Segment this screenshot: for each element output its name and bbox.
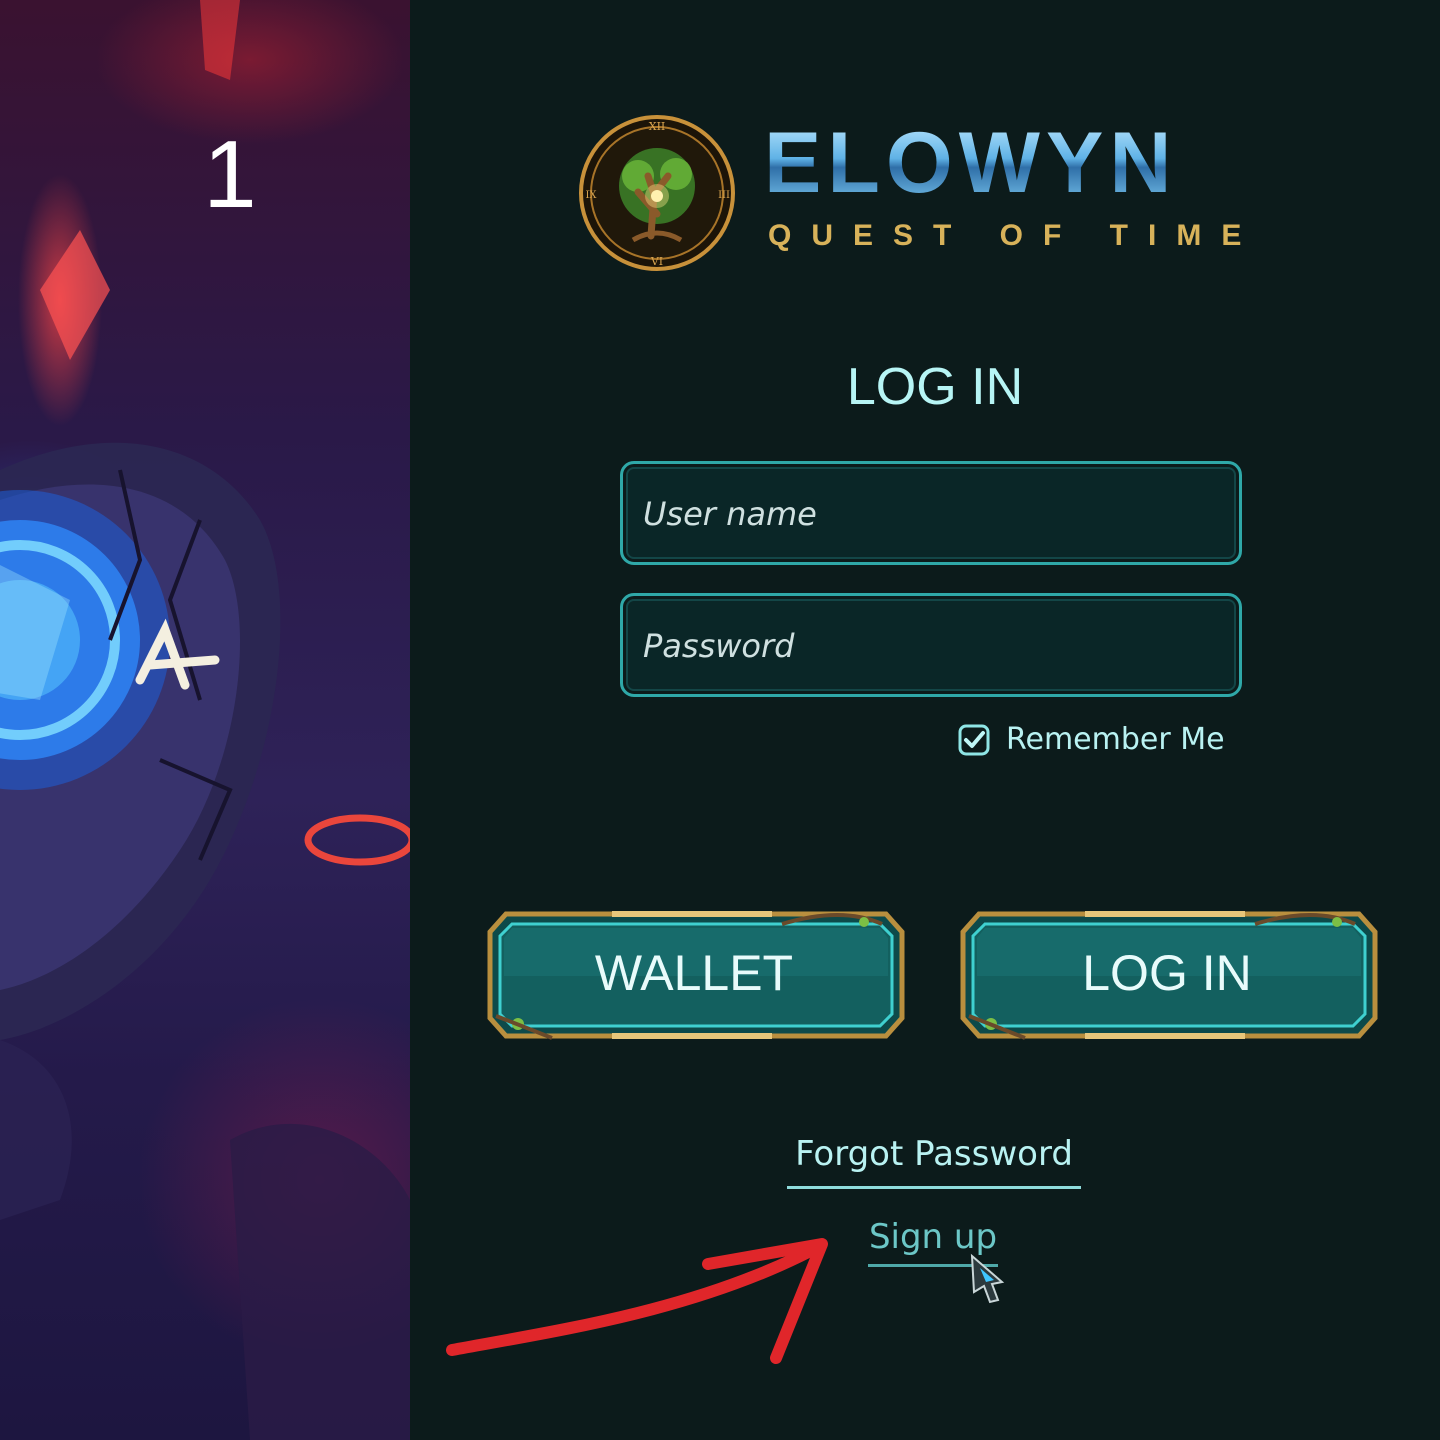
crystal-cursor-icon [970,1253,1005,1304]
tree-clock-emblem-icon: XII III VI IX [579,115,735,271]
emblem-numeral: XII [649,120,666,133]
emblem-numeral: III [718,190,730,201]
username-input[interactable] [641,464,1225,564]
brand-subtitle: QUEST OF TIME [768,219,1262,252]
background-artwork: 1 [0,0,410,1440]
password-field[interactable] [620,593,1242,697]
forgot-password-link[interactable]: Forgot Password [787,1130,1081,1189]
login-button[interactable]: LOG IN [955,906,1385,1044]
login-button-label: LOG IN [1082,945,1252,1001]
remember-me-toggle[interactable]: Remember Me [958,720,1248,760]
login-heading: LOG IN [846,358,1024,416]
password-input[interactable] [641,596,1225,696]
wallet-button-label: WALLET [594,945,794,1001]
remember-me-label: Remember Me [1006,722,1225,757]
step-number: 1 [203,121,257,228]
checkbox-checked-icon[interactable] [958,724,990,756]
wallet-button[interactable]: WALLET [482,906,912,1044]
emblem-numeral: IX [585,190,597,201]
red-curved-arrow-icon [446,1238,828,1364]
brand-title: ELOWYN [764,118,1284,208]
username-field[interactable] [620,461,1242,565]
emblem-numeral: VI [650,255,663,268]
